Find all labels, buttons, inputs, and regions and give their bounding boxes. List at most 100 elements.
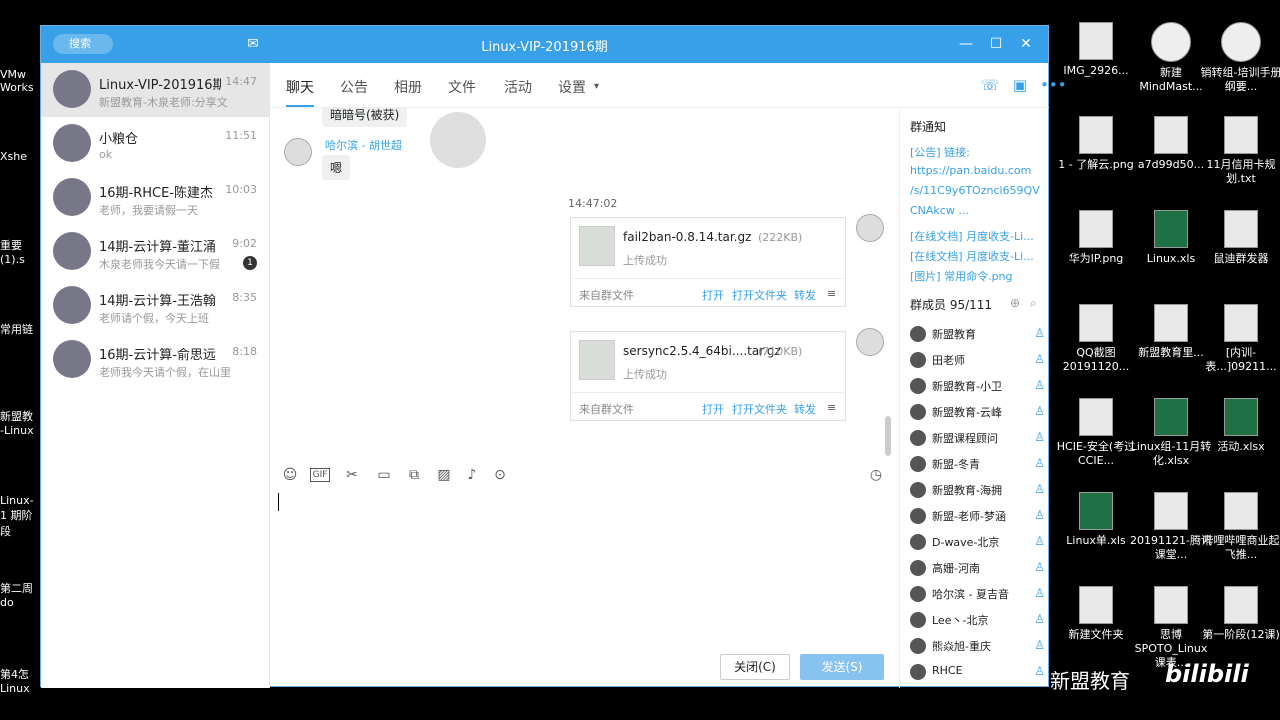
member-name: 田老师 bbox=[932, 354, 965, 367]
file-icon bbox=[1151, 22, 1191, 62]
desktop-icon-label: 新建文件夹 bbox=[1068, 628, 1124, 641]
member-item[interactable]: 新盟-老师-梦涵 ♙ bbox=[910, 504, 1045, 530]
desktop-icon[interactable]: 11月信用卡规划.txt bbox=[1200, 116, 1280, 186]
desktop-icon[interactable]: Linux单.xls bbox=[1055, 492, 1137, 548]
desktop-icon[interactable]: 1 - 了解云.png bbox=[1055, 116, 1137, 172]
notice-item[interactable]: [图片] 常用命令.png bbox=[910, 268, 1045, 284]
user-icon: ♙ bbox=[1034, 612, 1045, 626]
open-file-link[interactable]: 打开 bbox=[702, 287, 724, 303]
desktop-icon-label[interactable]: 新盟教 -Linux bbox=[0, 408, 40, 437]
more-icon[interactable]: ••• bbox=[1040, 75, 1067, 95]
tab-announcement[interactable]: 公告 bbox=[340, 77, 368, 97]
menu-icon[interactable]: ≡ bbox=[827, 287, 836, 300]
notice-item[interactable]: [公告] 链接: bbox=[910, 144, 1045, 160]
desktop-icon-label[interactable]: 第二周 do bbox=[0, 580, 40, 609]
member-item[interactable]: 新盟-冬青 ♙ bbox=[910, 452, 1045, 478]
desktop-icon-label[interactable]: VMw Works bbox=[0, 68, 40, 94]
desktop-icon[interactable]: [内训-表...]09211... bbox=[1200, 304, 1280, 374]
tab-chat[interactable]: 聊天 bbox=[286, 77, 314, 107]
search-icon[interactable]: ⌕ bbox=[1030, 296, 1037, 311]
send-button[interactable]: 发送(S) bbox=[800, 654, 884, 680]
image-icon[interactable]: ▨ bbox=[434, 465, 454, 485]
desktop-icon-label[interactable]: 第4怎 Linux bbox=[0, 666, 40, 695]
close-icon[interactable]: ✕ bbox=[1014, 32, 1038, 56]
member-item[interactable]: 新盟教育-海拥 ♙ bbox=[910, 478, 1045, 504]
notice-item[interactable]: CNAkcw ... bbox=[910, 204, 1045, 217]
tab-settings[interactable]: 设置 bbox=[558, 77, 586, 97]
screen-share-icon[interactable]: ▣ bbox=[1010, 75, 1030, 95]
desktop-icon-label: 活动.xlsx bbox=[1217, 440, 1265, 453]
notice-item[interactable]: https://pan.baidu.com bbox=[910, 164, 1045, 177]
clock-icon[interactable]: ◷ bbox=[866, 465, 886, 485]
scissors-icon[interactable]: ✂ bbox=[342, 465, 362, 485]
conversation-item[interactable]: 14期-云计算-王浩翰 8:35 老师请个假，今天上班 bbox=[41, 279, 269, 333]
desktop-icon[interactable]: QQ截图 20191120... bbox=[1055, 304, 1137, 374]
title-bar[interactable]: 搜索 Linux-VIP-201916期 ✉ — ☐ ✕ bbox=[41, 26, 1048, 63]
message-input[interactable] bbox=[270, 491, 897, 651]
conversation-item[interactable]: 16期-云计算-俞思远 8:18 老师我今天请个假，在山里 bbox=[41, 333, 269, 387]
tab-album[interactable]: 相册 bbox=[394, 77, 422, 97]
tab-activity[interactable]: 活动 bbox=[504, 77, 532, 97]
notice-item[interactable]: /s/11C9y6TOzncl659QV bbox=[910, 184, 1045, 197]
tab-files[interactable]: 文件 bbox=[448, 77, 476, 97]
folder-icon[interactable]: ▭ bbox=[374, 465, 394, 485]
forward-link[interactable]: 转发 bbox=[794, 401, 816, 417]
desktop-icon[interactable]: 哔哩哔哩商业起飞推... bbox=[1200, 492, 1280, 562]
notice-item[interactable]: [在线文档] 月度收支-Li... bbox=[910, 228, 1045, 244]
minimize-icon[interactable]: — bbox=[954, 32, 978, 56]
member-item[interactable]: 新盟教育-云峰 ♙ bbox=[910, 400, 1045, 426]
more-icon[interactable]: ⊙ bbox=[490, 465, 510, 485]
desktop-icon-label[interactable]: 常用链 bbox=[0, 321, 40, 337]
desktop-icon-label[interactable]: Xshe bbox=[0, 150, 40, 163]
desktop-icon[interactable]: 第一阶段(12课) bbox=[1200, 586, 1280, 642]
member-item[interactable]: D-wave-北京 ♙ bbox=[910, 530, 1045, 556]
emoji-icon[interactable]: ☺ bbox=[280, 465, 300, 485]
gif-icon[interactable]: GIF bbox=[310, 468, 330, 482]
add-member-icon[interactable]: ⊕ bbox=[1010, 296, 1020, 310]
conversation-item[interactable]: Linux-VIP-201916期 14:47 新盟教育-木泉老师:分享文 bbox=[41, 63, 269, 117]
member-item[interactable]: 新盟教育 ♙ bbox=[910, 322, 1045, 348]
member-name: 新盟教育-海拥 bbox=[932, 484, 1002, 497]
avatar[interactable] bbox=[856, 214, 884, 242]
conversation-item[interactable]: 小粮仓 11:51 ok bbox=[41, 117, 269, 171]
desktop-icon[interactable]: 活动.xlsx bbox=[1200, 398, 1280, 454]
member-item[interactable]: 高姗-河南 ♙ bbox=[910, 556, 1045, 582]
open-folder-link[interactable]: 打开文件夹 bbox=[732, 287, 787, 303]
mail-icon[interactable]: ✉ bbox=[241, 32, 265, 56]
avatar[interactable] bbox=[856, 328, 884, 356]
bell-icon[interactable]: ♪ bbox=[462, 465, 482, 485]
forward-link[interactable]: 转发 bbox=[794, 287, 816, 303]
desktop-icon-label[interactable]: Linux-1 期阶段 bbox=[0, 494, 40, 539]
close-button[interactable]: 关闭(C) bbox=[720, 654, 790, 680]
file-icon bbox=[1224, 492, 1258, 530]
member-item[interactable]: Lee丶-北京 ♙ bbox=[910, 608, 1045, 634]
desktop-icon[interactable]: IMG_2926... bbox=[1055, 22, 1137, 78]
desktop-icon[interactable]: 华为IP.png bbox=[1055, 210, 1137, 266]
chat-scrollbar[interactable] bbox=[885, 416, 891, 456]
menu-icon[interactable]: ≡ bbox=[827, 401, 836, 414]
chevron-down-icon[interactable]: ▾ bbox=[594, 81, 599, 92]
desktop-icon[interactable]: HCIE-安全(考过CCIE... bbox=[1055, 398, 1137, 468]
screenshot-icon[interactable]: ⧉ bbox=[404, 465, 424, 485]
member-item[interactable]: 熊焱旭-重庆 ♙ bbox=[910, 634, 1045, 660]
file-icon bbox=[1154, 586, 1188, 624]
open-folder-link[interactable]: 打开文件夹 bbox=[732, 401, 787, 417]
conversation-item[interactable]: 16期-RHCE-陈建杰 10:03 老师，我要请假一天 bbox=[41, 171, 269, 225]
desktop-icon[interactable]: 销转组-培训手册纲要... bbox=[1200, 22, 1280, 94]
member-item[interactable]: RHCE ♙ bbox=[910, 660, 1045, 686]
member-item[interactable]: 新盟课程顾问 ♙ bbox=[910, 426, 1045, 452]
open-file-link[interactable]: 打开 bbox=[702, 401, 724, 417]
desktop-icon[interactable]: 新建文件夹 bbox=[1055, 586, 1137, 642]
conversation-item[interactable]: 14期-云计算-董江涌 9:02 木泉老师我今天请一下假 1 bbox=[41, 225, 269, 279]
member-item[interactable]: 哈尔滨 - 夏吉音 ♙ bbox=[910, 582, 1045, 608]
desktop-icon[interactable]: 鼠迪群发器 bbox=[1200, 210, 1280, 266]
member-item[interactable]: 田老师 ♙ bbox=[910, 348, 1045, 374]
notice-item[interactable]: [在线文档] 月度收支-Li... bbox=[910, 248, 1045, 264]
member-item[interactable]: 新盟教育-小卫 ♙ bbox=[910, 374, 1045, 400]
file-card[interactable]: sersync2.5.4_64bi....tar.gz (710KB) 上传成功… bbox=[570, 331, 846, 421]
maximize-icon[interactable]: ☐ bbox=[984, 32, 1008, 56]
desktop-icon-label[interactable]: 重要(1).s bbox=[0, 237, 40, 266]
file-card[interactable]: fail2ban-0.8.14.tar.gz (222KB) 上传成功 来自群文… bbox=[570, 217, 846, 307]
phone-icon[interactable]: ☏ bbox=[980, 75, 1000, 95]
avatar[interactable] bbox=[284, 138, 312, 166]
